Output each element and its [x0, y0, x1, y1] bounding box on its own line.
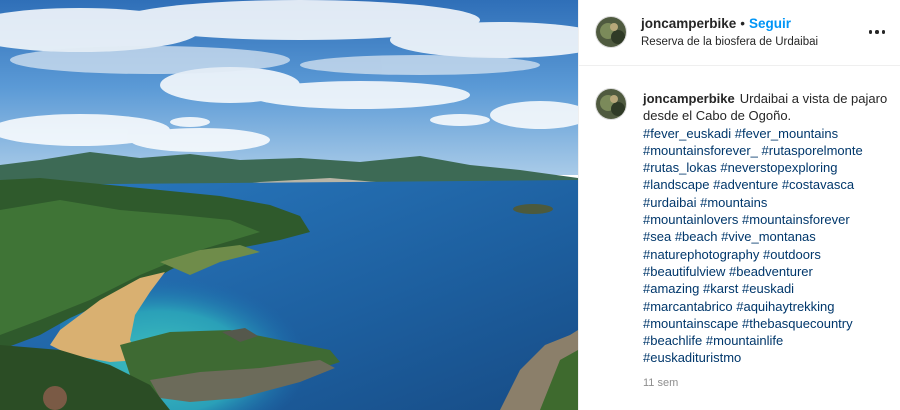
hashtag-link[interactable]: #fever_mountains: [735, 126, 838, 141]
hashtag-link[interactable]: #euskadituristmo: [643, 350, 741, 365]
author-avatar[interactable]: [595, 16, 627, 48]
more-dot: [868, 30, 873, 34]
hashtag-line: #beautifulview #beadventurer: [643, 263, 893, 280]
hashtag-line: #landscape #adventure #costavasca: [643, 176, 893, 193]
hashtag-link[interactable]: #landscape: [643, 177, 710, 192]
hashtag-link[interactable]: #mountainlife: [706, 333, 783, 348]
avatar-image: [596, 89, 626, 119]
post-header: joncamperbike • Seguir Reserva de la biosf…: [579, 0, 900, 66]
hashtag-link[interactable]: #beadventurer: [729, 264, 813, 279]
instagram-post-view: joncamperbike • Seguir Reserva de la biosf…: [0, 0, 900, 410]
hashtag-link[interactable]: #vive_montanas: [721, 229, 816, 244]
hashtag-list: #fever_euskadi #fever_mountains #mountain…: [643, 125, 893, 367]
hashtag-link[interactable]: #mountainsforever_: [643, 143, 758, 158]
hashtag-link[interactable]: #adventure: [713, 177, 778, 192]
follow-button[interactable]: Seguir: [749, 16, 791, 31]
hashtag-line: #urdaibai #mountains: [643, 194, 893, 211]
hashtag-link[interactable]: #costavasca: [782, 177, 854, 192]
hashtag-link[interactable]: #beach: [675, 229, 718, 244]
header-user-line: joncamperbike • Seguir: [641, 16, 791, 31]
coastal-landscape-image: [0, 0, 578, 410]
hashtag-link[interactable]: #aquihaytrekking: [736, 299, 834, 314]
hashtag-link[interactable]: #mountainlovers: [643, 212, 738, 227]
post-timestamp[interactable]: 11 sem: [643, 377, 678, 389]
hashtag-link[interactable]: #mountains: [700, 195, 767, 210]
post-location[interactable]: Reserva de la biosfera de Urdaibai: [641, 36, 818, 48]
hashtag-line: #mountainscape #thebasquecountry: [643, 315, 893, 332]
hashtag-link[interactable]: #rutas_lokas: [643, 160, 717, 175]
avatar-image: [596, 17, 626, 47]
hashtag-link[interactable]: #naturephotography: [643, 247, 759, 262]
hashtag-line: #naturephotography #outdoors: [643, 246, 893, 263]
hashtag-line: #marcantabrico #aquihaytrekking: [643, 298, 893, 315]
more-dot: [881, 30, 886, 34]
caption-username[interactable]: joncamperbike: [643, 91, 735, 106]
hashtag-link[interactable]: #marcantabrico: [643, 299, 733, 314]
hashtag-link[interactable]: #outdoors: [763, 247, 821, 262]
hashtag-line: #mountainsforever_ #rutasporelmonte: [643, 142, 893, 159]
hashtag-link[interactable]: #urdaibai: [643, 195, 697, 210]
header-username[interactable]: joncamperbike: [641, 16, 736, 31]
hashtag-link[interactable]: #thebasquecountry: [742, 316, 853, 331]
hashtag-link[interactable]: #neverstopexploring: [720, 160, 837, 175]
caption-avatar[interactable]: [595, 88, 627, 120]
hashtag-line: #mountainlovers #mountainsforever: [643, 211, 893, 228]
hashtag-link[interactable]: #rutasporelmonte: [762, 143, 863, 158]
hashtag-line: #rutas_lokas #neverstopexploring: [643, 159, 893, 176]
hashtag-line: #fever_euskadi #fever_mountains: [643, 125, 893, 142]
hashtag-link[interactable]: #mountainscape: [643, 316, 738, 331]
post-sidebar: joncamperbike • Seguir Reserva de la biosf…: [578, 0, 900, 410]
hashtag-link[interactable]: #beautifulview: [643, 264, 725, 279]
header-separator: •: [740, 16, 746, 31]
post-photo[interactable]: [0, 0, 578, 410]
hashtag-link[interactable]: #karst: [703, 281, 738, 296]
hashtag-line: #amazing #karst #euskadi: [643, 280, 893, 297]
hashtag-link[interactable]: #mountainsforever: [742, 212, 850, 227]
more-dot: [875, 30, 879, 34]
more-options-icon[interactable]: [865, 22, 889, 42]
hashtag-link[interactable]: #euskadi: [742, 281, 794, 296]
hashtag-line: #beachlife #mountainlife: [643, 332, 893, 349]
hashtag-link[interactable]: #amazing: [643, 281, 699, 296]
hashtag-link[interactable]: #fever_euskadi: [643, 126, 731, 141]
hashtag-line: #sea #beach #vive_montanas: [643, 228, 893, 245]
hashtag-line: #euskadituristmo: [643, 349, 893, 366]
caption-text: joncamperbike Urdaibai a vista de pajaro …: [643, 90, 893, 367]
hashtag-link[interactable]: #beachlife: [643, 333, 702, 348]
hashtag-link[interactable]: #sea: [643, 229, 671, 244]
